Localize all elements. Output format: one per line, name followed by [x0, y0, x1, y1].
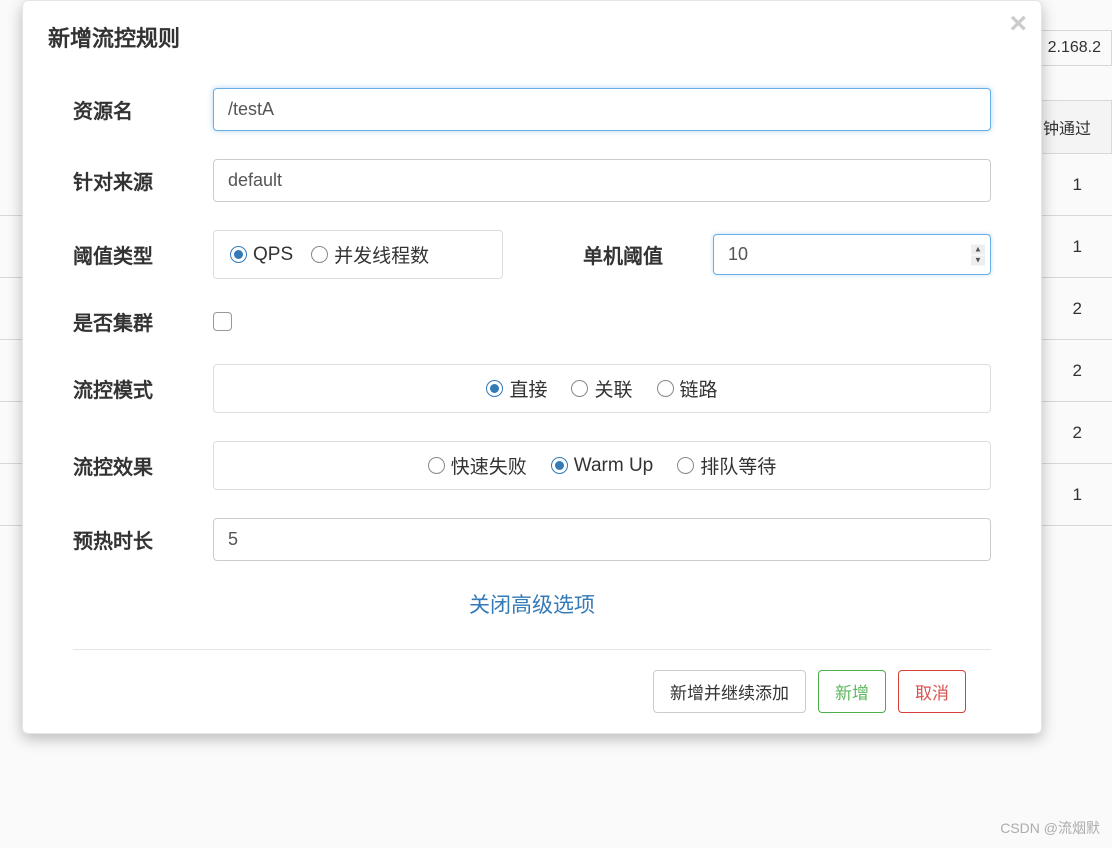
- radio-label: Warm Up: [574, 455, 654, 477]
- row-threshold: 阈值类型 QPS 并发线程数 单机阈值 ▲: [73, 230, 991, 279]
- label-cluster: 是否集群: [73, 307, 213, 336]
- radio-circle-icon: [311, 246, 328, 263]
- single-threshold-input[interactable]: [713, 234, 991, 275]
- flow-effect-group: 快速失败 Warm Up 排队等待: [213, 441, 991, 490]
- source-input[interactable]: [213, 159, 991, 202]
- radio-circle-icon: [571, 380, 588, 397]
- add-button[interactable]: 新增: [818, 670, 886, 713]
- number-spinner: ▲ ▼: [971, 244, 985, 265]
- warmup-time-input[interactable]: [213, 518, 991, 561]
- threshold-type-group: QPS 并发线程数: [213, 230, 503, 279]
- radio-chain[interactable]: 链路: [657, 375, 718, 402]
- spinner-up-icon[interactable]: ▲: [971, 244, 985, 254]
- label-resource-name: 资源名: [73, 95, 213, 124]
- cluster-checkbox[interactable]: [213, 312, 232, 331]
- radio-circle-icon: [677, 457, 694, 474]
- radio-label: 排队等待: [700, 452, 776, 479]
- modal-add-flow-rule: × 新增流控规则 资源名 针对来源 阈值类型 QPS: [22, 0, 1042, 734]
- add-continue-button[interactable]: 新增并继续添加: [653, 670, 806, 713]
- row-cluster: 是否集群: [73, 307, 991, 336]
- row-flow-mode: 流控模式 直接 关联 链路: [73, 364, 991, 413]
- radio-label: 直接: [509, 375, 547, 402]
- cancel-button[interactable]: 取消: [898, 670, 966, 713]
- modal-footer: 新增并继续添加 新增 取消: [73, 649, 991, 733]
- resource-name-input[interactable]: [213, 88, 991, 131]
- radio-qps[interactable]: QPS: [230, 244, 293, 266]
- radio-circle-icon: [551, 457, 568, 474]
- radio-label: QPS: [253, 244, 293, 266]
- close-icon[interactable]: ×: [1009, 9, 1027, 39]
- modal-body: 资源名 针对来源 阈值类型 QPS: [23, 73, 1041, 649]
- label-warmup-time: 预热时长: [73, 525, 213, 554]
- spinner-down-icon[interactable]: ▼: [971, 255, 985, 265]
- radio-relate[interactable]: 关联: [571, 375, 632, 402]
- radio-warm-up[interactable]: Warm Up: [551, 455, 654, 477]
- row-resource-name: 资源名: [73, 88, 991, 131]
- advanced-options-toggle: 关闭高级选项: [73, 589, 991, 619]
- radio-label: 快速失败: [451, 452, 527, 479]
- close-advanced-link[interactable]: 关闭高级选项: [469, 594, 595, 617]
- row-flow-effect: 流控效果 快速失败 Warm Up 排队等待: [73, 441, 991, 490]
- label-flow-effect: 流控效果: [73, 451, 213, 480]
- radio-queue[interactable]: 排队等待: [677, 452, 776, 479]
- label-threshold-type: 阈值类型: [73, 240, 213, 269]
- radio-label: 关联: [594, 375, 632, 402]
- label-source: 针对来源: [73, 166, 213, 195]
- radio-circle-icon: [486, 380, 503, 397]
- radio-circle-icon: [657, 380, 674, 397]
- modal-header: 新增流控规则: [23, 1, 1041, 73]
- radio-circle-icon: [428, 457, 445, 474]
- row-warmup-time: 预热时长: [73, 518, 991, 561]
- label-single-threshold: 单机阈值: [583, 240, 663, 269]
- label-flow-mode: 流控模式: [73, 374, 213, 403]
- row-source: 针对来源: [73, 159, 991, 202]
- radio-label: 链路: [680, 375, 718, 402]
- radio-direct[interactable]: 直接: [486, 375, 547, 402]
- modal-title: 新增流控规则: [48, 21, 1016, 53]
- flow-mode-group: 直接 关联 链路: [213, 364, 991, 413]
- radio-threads[interactable]: 并发线程数: [311, 241, 429, 268]
- radio-fail-fast[interactable]: 快速失败: [428, 452, 527, 479]
- watermark: CSDN @流烟默: [1000, 818, 1100, 838]
- radio-circle-icon: [230, 246, 247, 263]
- radio-label: 并发线程数: [334, 241, 429, 268]
